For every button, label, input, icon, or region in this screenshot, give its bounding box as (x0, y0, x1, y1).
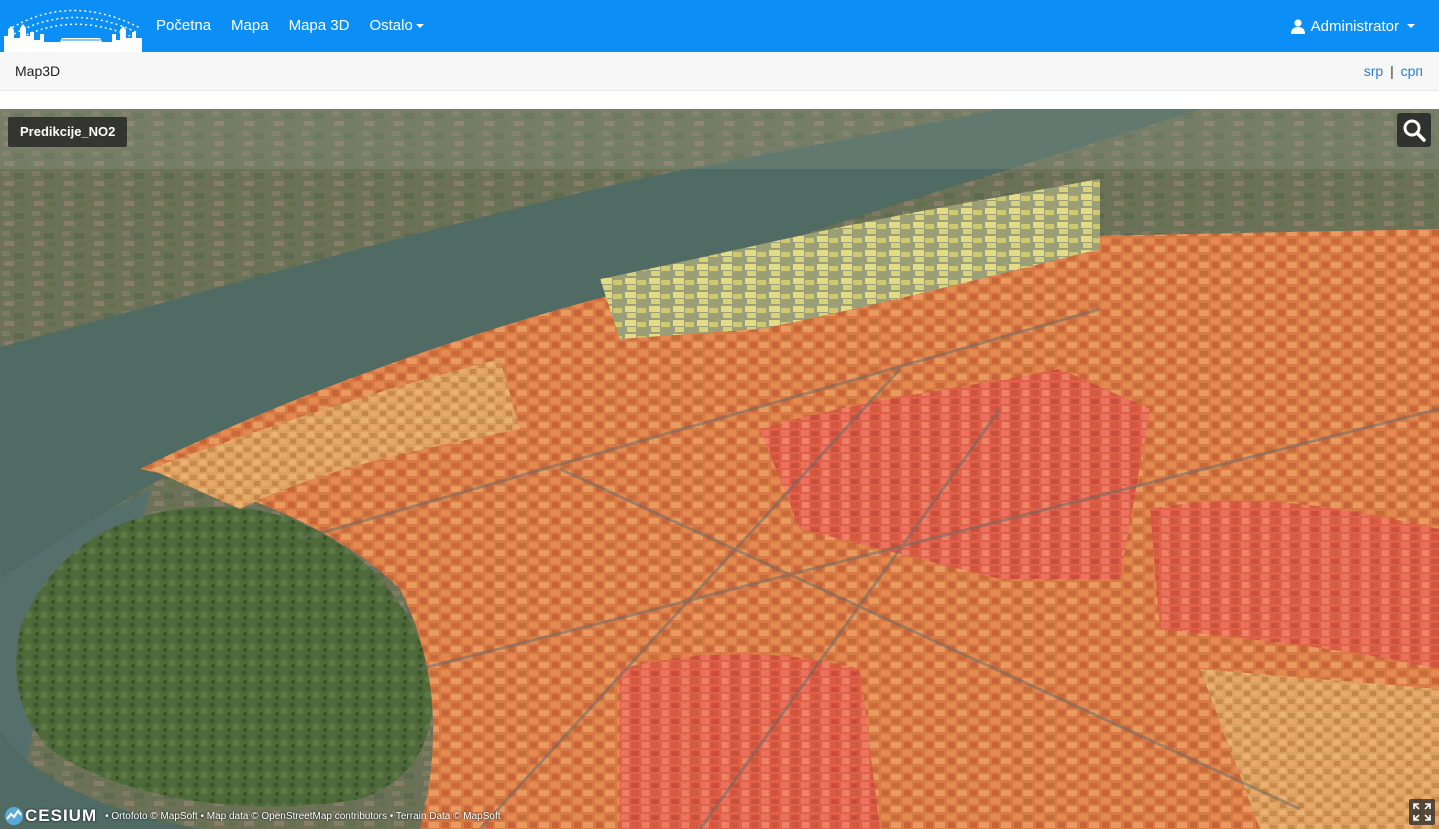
fullscreen-button[interactable] (1409, 799, 1435, 825)
page-title: Map3D (15, 63, 61, 79)
nav-link-home[interactable]: Početna (146, 0, 221, 52)
user-menu-dropdown[interactable]: Administrator (1290, 0, 1415, 52)
breadcrumb-bar: Map3D srp | срп (0, 52, 1439, 91)
city-skyline-logo-icon (4, 9, 142, 52)
cesium-3d-viewer[interactable]: Predikcije_NO2 CESIUM • Ortofoto © MapSo… (0, 109, 1439, 829)
lang-latin-link[interactable]: srp (1364, 63, 1383, 79)
chevron-down-icon (415, 24, 424, 29)
map-3d-scene[interactable] (0, 109, 1439, 829)
cesium-logo-icon (5, 807, 23, 825)
horizon-haze (0, 109, 1439, 169)
nav-dropdown-other[interactable]: Ostalo (359, 0, 433, 52)
lang-cyrillic-link[interactable]: срп (1401, 63, 1423, 79)
high-no2-zone-south (620, 654, 880, 829)
search-icon (1403, 119, 1426, 142)
cesium-logo-text: CESIUM (25, 806, 98, 825)
main-nav: Početna Mapa Mapa 3D Ostalo (146, 0, 434, 52)
nav-link-map-3d[interactable]: Mapa 3D (279, 0, 360, 52)
user-icon (1290, 18, 1305, 34)
fullscreen-icon (1413, 803, 1431, 821)
nav-link-map[interactable]: Mapa (221, 0, 279, 52)
layer-name-label: Predikcije_NO2 (8, 117, 128, 147)
user-name: Administrator (1310, 17, 1399, 35)
cesium-logo[interactable]: CESIUM (4, 806, 97, 826)
credits-bar: CESIUM • Ortofoto © MapSoft • Map data ©… (4, 805, 501, 827)
chevron-down-icon (1407, 24, 1415, 28)
geocoder-search-button[interactable] (1397, 113, 1431, 147)
nav-dropdown-other-label: Ostalo (369, 17, 413, 34)
language-switcher: srp | срп (1364, 52, 1423, 90)
map-attribution: • Ortofoto © MapSoft • Map data © OpenSt… (105, 810, 501, 822)
top-navbar: Početna Mapa Mapa 3D Ostalo Administrato… (0, 0, 1439, 52)
brand-logo[interactable] (0, 0, 146, 52)
lang-separator: | (1390, 63, 1394, 79)
